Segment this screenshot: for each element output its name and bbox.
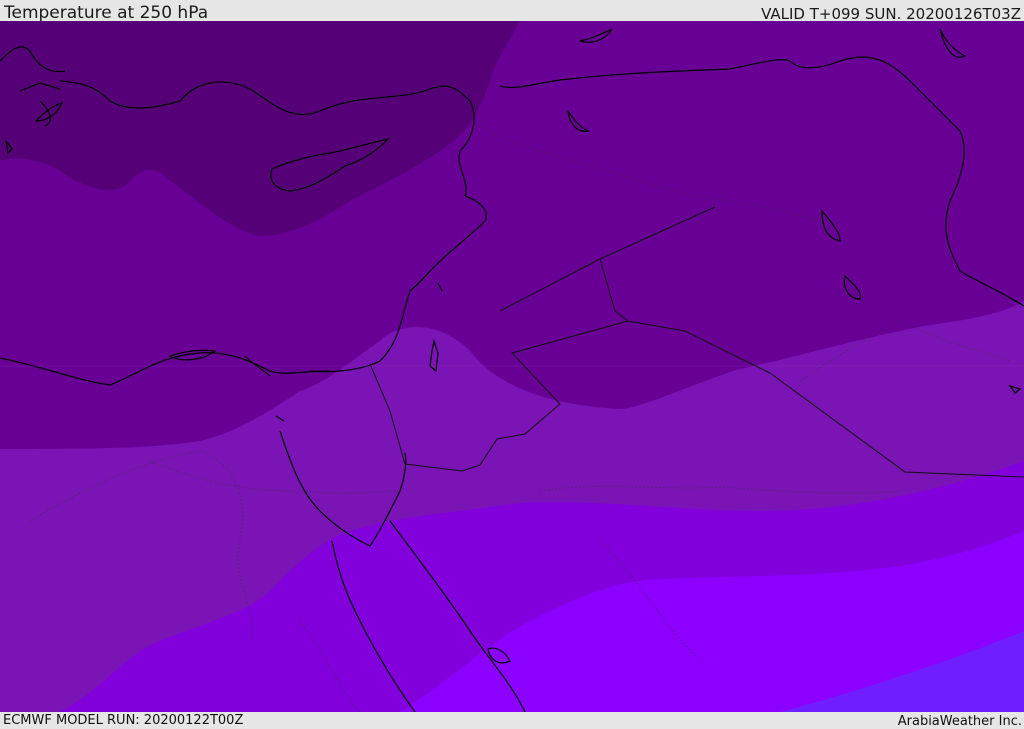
map-canvas (0, 21, 1024, 712)
temperature-map (0, 21, 1024, 712)
header-bar: Temperature at 250 hPa VALID T+099 SUN. … (0, 0, 1024, 23)
model-run-label: ECMWF MODEL RUN: 20200122T00Z (3, 713, 244, 728)
map-title: Temperature at 250 hPa (4, 3, 209, 23)
footer-bar: ECMWF MODEL RUN: 20200122T00Z ArabiaWeat… (0, 712, 1024, 729)
credit-label: ArabiaWeather Inc. (897, 714, 1022, 729)
